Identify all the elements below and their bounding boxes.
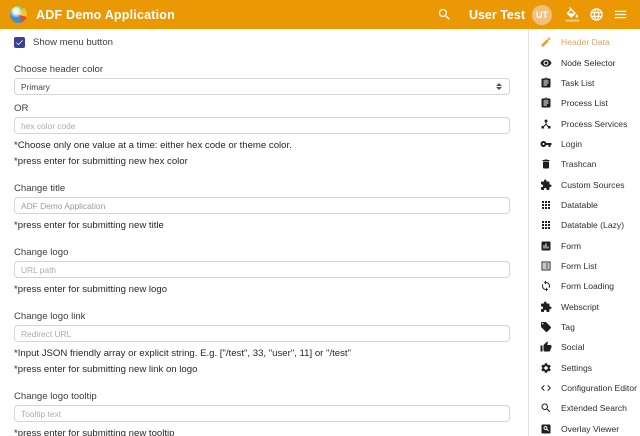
hint-text: *press enter for submitting new logo — [14, 284, 510, 295]
sidebar-item-label: Datatable — [561, 200, 598, 210]
sidebar-item-datatable[interactable]: Datatable — [529, 195, 640, 215]
list-alt-icon — [540, 260, 552, 272]
app-logo-icon[interactable] — [10, 6, 27, 23]
hint-text: *press enter for submitting new tooltip — [14, 428, 510, 436]
app-header: ADF Demo Application User Test UT — [0, 0, 640, 29]
sidebar-item-overlay-viewer[interactable]: Overlay Viewer — [529, 419, 640, 436]
show-menu-checkbox[interactable] — [14, 37, 25, 48]
sidebar-item-label: Webscript — [561, 302, 599, 312]
sidebar-item-label: Process Services — [561, 119, 627, 129]
puzzle-icon — [540, 179, 552, 191]
poll-chart-icon — [540, 240, 552, 252]
logo-tooltip-input[interactable] — [14, 405, 510, 422]
sidebar-item-label: Trashcan — [561, 159, 597, 169]
format-color-fill-icon[interactable] — [565, 7, 580, 22]
sidebar-item-header-data[interactable]: Header Data — [529, 32, 640, 52]
change-logo-tooltip-label: Change logo tooltip — [14, 391, 510, 402]
thumb-up-icon — [540, 341, 552, 353]
sidebar-item-label: Extended Search — [561, 403, 627, 413]
hint-text: *press enter for submitting new link on … — [14, 364, 510, 375]
trash-icon — [540, 158, 552, 170]
code-icon — [540, 382, 552, 394]
sidebar-item-settings[interactable]: Settings — [529, 358, 640, 378]
hex-color-input[interactable] — [14, 117, 510, 134]
eye-icon — [540, 57, 552, 69]
sidebar-item-label: Form Loading — [561, 281, 614, 291]
sidebar-item-login[interactable]: Login — [529, 134, 640, 154]
or-label: OR — [14, 103, 510, 114]
app-window: ADF Demo Application User Test UT Show m… — [0, 0, 640, 436]
sidebar-item-configuration-editor[interactable]: Configuration Editor — [529, 378, 640, 398]
sidebar-item-label: Configuration Editor — [561, 383, 637, 393]
sidebar-item-datatable-lazy[interactable]: Datatable (Lazy) — [529, 215, 640, 235]
clipboard-icon — [540, 77, 552, 89]
sidebar-item-label: Custom Sources — [561, 180, 625, 190]
menu-icon[interactable] — [613, 7, 628, 22]
sidebar-item-trashcan[interactable]: Trashcan — [529, 154, 640, 174]
sidebar-item-label: Tag — [561, 322, 575, 332]
sidebar-item-label: Login — [561, 139, 582, 149]
grid-icon — [540, 219, 552, 231]
settings-form: Show menu button Choose header color Pri… — [0, 29, 528, 436]
sidebar-item-label: Social — [561, 342, 584, 352]
hint-text: *Choose only one value at a time: either… — [14, 140, 510, 151]
logo-url-input[interactable] — [14, 261, 510, 278]
sidebar-item-process-list[interactable]: Process List — [529, 93, 640, 113]
sidebar-item-label: Form — [561, 241, 581, 251]
app-title: ADF Demo Application — [36, 8, 175, 22]
sidebar-item-label: Task List — [561, 78, 594, 88]
sidebar-item-node-selector[interactable]: Node Selector — [529, 52, 640, 72]
sidebar-item-label: Settings — [561, 363, 592, 373]
hint-text: *press enter for submitting new hex colo… — [14, 156, 510, 167]
search-icon — [540, 402, 552, 414]
page-search-icon — [540, 423, 552, 435]
sidebar-item-extended-search[interactable]: Extended Search — [529, 398, 640, 418]
sidebar-item-label: Form List — [561, 261, 597, 271]
puzzle-icon — [540, 301, 552, 313]
sidebar-item-label: Overlay Viewer — [561, 424, 619, 434]
header-color-select[interactable]: Primary — [14, 78, 510, 95]
sidebar-item-form-list[interactable]: Form List — [529, 256, 640, 276]
sidebar-item-label: Process List — [561, 98, 608, 108]
header-color-label: Choose header color — [14, 64, 510, 75]
header-color-selected-value: Primary — [21, 82, 50, 92]
globe-icon[interactable] — [589, 7, 604, 22]
search-icon[interactable] — [437, 7, 452, 22]
grid-icon — [540, 199, 552, 211]
sidebar-item-webscript[interactable]: Webscript — [529, 296, 640, 316]
show-menu-label: Show menu button — [33, 37, 113, 48]
sidebar-item-label: Datatable (Lazy) — [561, 220, 624, 230]
avatar[interactable]: UT — [532, 5, 552, 25]
select-arrows-icon — [496, 83, 502, 90]
change-logo-link-label: Change logo link — [14, 311, 510, 322]
sidebar-item-custom-sources[interactable]: Custom Sources — [529, 174, 640, 194]
hint-text: *press enter for submitting new title — [14, 220, 510, 231]
sidebar-item-tag[interactable]: Tag — [529, 317, 640, 337]
sidebar-menu: Header Data Node Selector Task List Process… — [528, 29, 640, 436]
key-icon — [540, 138, 552, 150]
change-logo-label: Change logo — [14, 247, 510, 258]
sidebar-item-form-loading[interactable]: Form Loading — [529, 276, 640, 296]
change-title-label: Change title — [14, 183, 510, 194]
tag-icon — [540, 321, 552, 333]
pencil-icon — [540, 36, 552, 48]
logo-link-input[interactable] — [14, 325, 510, 342]
sidebar-item-task-list[interactable]: Task List — [529, 73, 640, 93]
device-hub-icon — [540, 118, 552, 130]
hint-text: *Input JSON friendly array or explicit s… — [14, 348, 510, 359]
sidebar-item-process-services[interactable]: Process Services — [529, 113, 640, 133]
clipboard-icon — [540, 97, 552, 109]
title-input[interactable] — [14, 197, 510, 214]
user-name[interactable]: User Test — [469, 8, 525, 22]
sidebar-item-label: Node Selector — [561, 58, 615, 68]
sidebar-item-social[interactable]: Social — [529, 337, 640, 357]
sidebar-item-label: Header Data — [561, 37, 610, 47]
sidebar-item-form[interactable]: Form — [529, 235, 640, 255]
sync-icon — [540, 280, 552, 292]
gear-icon — [540, 362, 552, 374]
